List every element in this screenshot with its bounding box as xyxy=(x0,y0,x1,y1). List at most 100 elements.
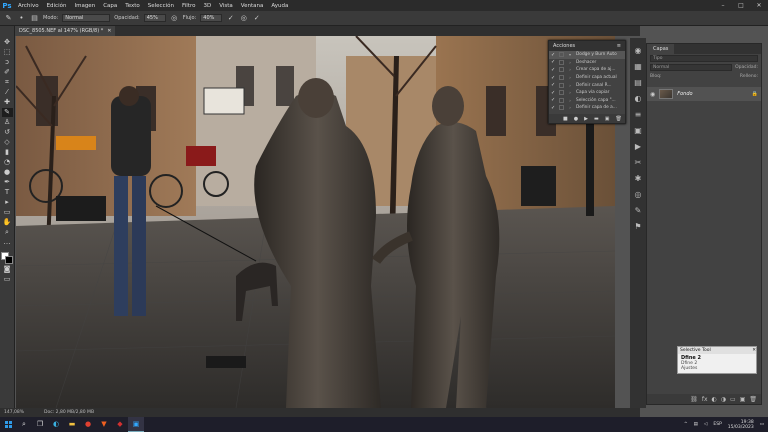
expand-icon[interactable]: › xyxy=(567,90,573,95)
menu-texto[interactable]: Texto xyxy=(121,3,144,9)
blend-mode-select[interactable]: Normal xyxy=(650,64,733,71)
expand-icon[interactable]: › xyxy=(567,60,573,65)
menu-ayuda[interactable]: Ayuda xyxy=(267,3,292,9)
dialog-toggle[interactable] xyxy=(559,105,564,111)
document-canvas[interactable] xyxy=(16,36,615,408)
close-tab-icon[interactable]: ✕ xyxy=(107,26,111,36)
eyedropper-tool-icon[interactable]: ⁄ xyxy=(2,88,13,97)
brave-icon[interactable]: ▼ xyxy=(96,417,112,432)
action-item[interactable]: ✓ › Selección capa "... xyxy=(549,97,625,105)
history-brush-icon[interactable]: ↺ xyxy=(2,128,13,137)
channels-icon[interactable]: ◎ xyxy=(633,190,643,200)
expand-icon[interactable]: ▾ xyxy=(567,52,573,57)
check-icon[interactable]: ✓ xyxy=(551,90,556,96)
explorer-icon[interactable]: ▬ xyxy=(64,417,80,432)
brush-size-icon[interactable]: • xyxy=(17,14,26,23)
eraser-tool-icon[interactable]: ◇ xyxy=(2,138,13,147)
zoom-level[interactable]: 147,08% xyxy=(4,410,24,415)
layer-row[interactable]: ◉ Fondo 🔒 xyxy=(647,87,761,101)
dialog-toggle[interactable] xyxy=(559,82,564,88)
search-icon[interactable]: ⌕ xyxy=(16,417,32,432)
menu-vista[interactable]: Vista xyxy=(215,3,237,9)
tray-arrow-icon[interactable]: ^ xyxy=(684,422,688,427)
action-item[interactable]: ✓ › Definir capa de a... xyxy=(549,104,625,112)
menu-archivo[interactable]: Archivo xyxy=(14,3,43,9)
menu-ventana[interactable]: Ventana xyxy=(237,3,268,9)
dialog-toggle[interactable] xyxy=(559,97,564,103)
minimize-button[interactable]: – xyxy=(714,0,732,11)
action-item[interactable]: ✓ › Crear capa de aj... xyxy=(549,66,625,74)
check-icon[interactable]: ✓ xyxy=(551,105,556,111)
actions-panel-header[interactable]: Acciones ≡ xyxy=(549,41,625,51)
menu-capa[interactable]: Capa xyxy=(99,3,121,9)
action-item[interactable]: ✓ › Definir canal R... xyxy=(549,81,625,89)
photoshop-logo[interactable]: Ps xyxy=(0,0,14,11)
check-icon[interactable]: ✓ xyxy=(551,67,556,73)
app-icon[interactable]: ◆ xyxy=(112,417,128,432)
check-icon[interactable]: ✓ xyxy=(551,59,556,65)
notifications-icon[interactable]: ▭ xyxy=(760,422,764,427)
lasso-tool-icon[interactable]: ↄ xyxy=(2,58,13,67)
healing-tool-icon[interactable]: ✚ xyxy=(2,98,13,107)
trash-icon[interactable]: 🗑 xyxy=(749,396,757,403)
airbrush-icon[interactable]: ✓ xyxy=(226,14,235,23)
dodge-tool-icon[interactable]: ● xyxy=(2,168,13,177)
menu-edicion[interactable]: Edición xyxy=(43,3,71,9)
clock[interactable]: 19:38 15/03/2023 xyxy=(728,420,754,430)
shape-tool-icon[interactable]: ▭ xyxy=(2,208,13,217)
dialog-toggle[interactable] xyxy=(559,90,564,96)
close-button[interactable]: ✕ xyxy=(750,0,768,11)
screen-mode-icon[interactable]: ▭ xyxy=(2,275,13,284)
mode-select[interactable]: Normal xyxy=(62,14,111,22)
brush-tool-icon[interactable]: ✎ xyxy=(4,14,13,23)
check-icon[interactable]: ✓ xyxy=(551,97,556,103)
network-icon[interactable]: ▤ xyxy=(694,422,698,427)
menu-filtro[interactable]: Filtro xyxy=(178,3,199,9)
ajustes-label[interactable]: Ajustes xyxy=(681,366,753,371)
properties-icon[interactable]: ≡ xyxy=(633,110,643,120)
adjustments-icon[interactable]: ◐ xyxy=(633,94,643,104)
mask-icon[interactable]: ◐ xyxy=(712,396,717,403)
character-icon[interactable]: ⚑ xyxy=(633,222,643,232)
move-tool-icon[interactable]: ✥ xyxy=(2,38,13,47)
chrome-icon[interactable]: ● xyxy=(80,417,96,432)
eye-icon[interactable]: ◉ xyxy=(650,91,655,98)
symmetry-icon[interactable]: ✓ xyxy=(252,14,261,23)
swatches-icon[interactable]: ▦ xyxy=(633,62,643,72)
quick-select-tool-icon[interactable]: ✐ xyxy=(2,68,13,77)
pen-tool-icon[interactable]: ✒ xyxy=(2,178,13,187)
close-icon[interactable]: ✕ xyxy=(752,347,756,354)
stop-icon[interactable]: ■ xyxy=(563,116,568,122)
menu-imagen[interactable]: Imagen xyxy=(70,3,99,9)
document-tab[interactable]: DSC_8505.NEF al 147% (RGB/8) * ✕ xyxy=(15,26,116,36)
libraries-icon[interactable]: ▤ xyxy=(633,78,643,88)
smoothing-icon[interactable]: ◎ xyxy=(239,14,248,23)
zoom-tool-icon[interactable]: ⌕ xyxy=(2,228,13,237)
tab-capas[interactable]: Capas xyxy=(647,44,675,54)
brush-tool-icon[interactable]: ✎ xyxy=(1,108,13,117)
new-layer-icon[interactable]: ▣ xyxy=(740,396,746,403)
edge-icon[interactable]: ◐ xyxy=(48,417,64,432)
path-select-tool-icon[interactable]: ▸ xyxy=(2,198,13,207)
trash-icon[interactable]: 🗑 xyxy=(615,116,621,122)
flow-field[interactable]: 40% xyxy=(200,14,223,22)
record-icon[interactable]: ● xyxy=(574,116,578,122)
quick-mask-icon[interactable]: ◙ xyxy=(2,265,13,274)
photoshop-taskbar-icon[interactable]: ▣ xyxy=(128,417,144,432)
link-icon[interactable]: ⛓ xyxy=(690,396,698,403)
check-icon[interactable]: ✓ xyxy=(551,82,556,88)
dialog-toggle[interactable] xyxy=(559,75,564,81)
new-set-icon[interactable]: ▬ xyxy=(594,116,599,122)
expand-icon[interactable]: › xyxy=(567,105,573,110)
opacity-field[interactable]: 45% xyxy=(143,14,166,22)
paths-icon[interactable]: ✎ xyxy=(633,206,643,216)
action-item[interactable]: ✓ ▾ Dodge y Burn Auto xyxy=(549,51,625,59)
color-swatches[interactable] xyxy=(1,252,13,264)
hand-tool-icon[interactable]: ✋ xyxy=(2,218,13,227)
action-item[interactable]: ✓ › Deshacer xyxy=(549,59,625,67)
doc-size[interactable]: Doc: 2,80 MB/2,80 MB xyxy=(44,410,94,415)
menu-3d[interactable]: 3D xyxy=(199,3,215,9)
brushes-icon[interactable]: ✱ xyxy=(633,174,643,184)
more-tools-icon[interactable]: … xyxy=(2,238,13,247)
pressure-opacity-icon[interactable]: ◎ xyxy=(170,14,179,23)
